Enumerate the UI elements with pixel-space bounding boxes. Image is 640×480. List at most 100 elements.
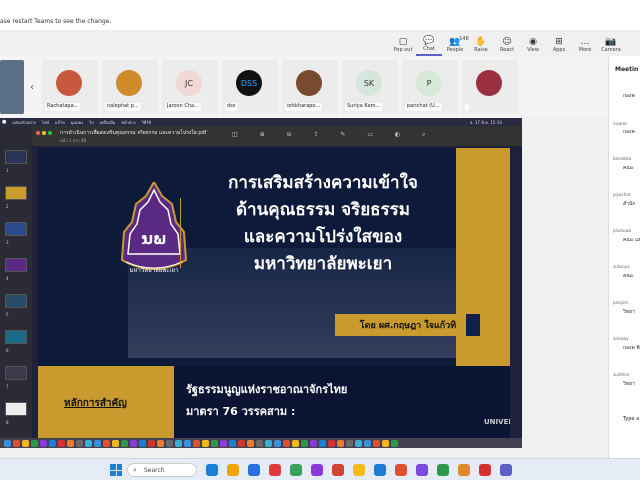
dock-app-icon[interactable] <box>247 439 254 447</box>
popout-button[interactable]: ▢ Pop out <box>390 34 416 56</box>
taskbar-app-icon[interactable] <box>290 464 302 476</box>
dock-app-icon[interactable] <box>346 439 353 447</box>
taskbar-app-icon[interactable] <box>437 464 449 476</box>
taskbar-app-icon[interactable] <box>269 464 281 476</box>
view-button[interactable]: ◉ View <box>520 34 546 56</box>
dock-app-icon[interactable] <box>22 439 29 447</box>
dock-app-icon[interactable] <box>391 439 398 447</box>
chevron-left-icon[interactable]: ‹ <box>30 82 34 93</box>
participant-tile[interactable]: Pparichat (U... <box>402 60 458 114</box>
taskbar-app-icon[interactable] <box>395 464 407 476</box>
dock-app-icon[interactable] <box>292 439 299 447</box>
camera-button[interactable]: 📷 Camera <box>598 34 624 56</box>
mac-menu-item[interactable]: หน้าต่าง <box>121 119 135 126</box>
dock-app-icon[interactable] <box>112 439 119 447</box>
dock-app-icon[interactable] <box>355 439 362 447</box>
mac-menu-item[interactable]: วิธีใช้ <box>142 119 151 126</box>
dock-app-icon[interactable] <box>139 439 146 447</box>
dock-app-icon[interactable] <box>256 439 263 447</box>
dock-app-icon[interactable] <box>337 439 344 447</box>
dock-app-icon[interactable] <box>274 439 281 447</box>
taskbar-app-icon[interactable] <box>374 464 386 476</box>
taskbar-app-icon[interactable] <box>311 464 323 476</box>
dock-app-icon[interactable] <box>175 439 182 447</box>
toolbar-label: Camera <box>601 47 621 53</box>
dock-app-icon[interactable] <box>103 439 110 447</box>
dock-app-icon[interactable] <box>166 439 173 447</box>
dock-app-icon[interactable] <box>193 439 200 447</box>
page-thumbnail[interactable] <box>5 330 27 344</box>
chat-button[interactable]: 💬 Chat <box>416 34 442 56</box>
taskbar-app-icon[interactable] <box>353 464 365 476</box>
dock-app-icon[interactable] <box>13 439 20 447</box>
apps-button[interactable]: ⊞ Apps <box>546 34 572 56</box>
participant-tile[interactable]: nalephat p... <box>102 60 158 114</box>
toolbar-label: React <box>499 47 515 53</box>
dock-app-icon[interactable] <box>49 439 56 447</box>
dock-app-icon[interactable] <box>382 439 389 447</box>
more-button[interactable]: … More <box>572 34 598 56</box>
dock-app-icon[interactable] <box>184 439 191 447</box>
dock-app-icon[interactable] <box>265 439 272 447</box>
page-thumbnail[interactable] <box>5 402 27 416</box>
dock-app-icon[interactable] <box>310 439 317 447</box>
dock-app-icon[interactable] <box>58 439 65 447</box>
mac-menu-item[interactable]: ไป <box>89 119 94 126</box>
participant-tile[interactable]: Rachatapa... <box>42 60 98 114</box>
page-thumbnail[interactable] <box>5 366 27 380</box>
dock-app-icon[interactable] <box>157 439 164 447</box>
taskbar-app-icon[interactable] <box>479 464 491 476</box>
participant-tile[interactable] <box>462 60 518 114</box>
dock-app-icon[interactable] <box>4 439 11 447</box>
dock-app-icon[interactable] <box>67 439 74 447</box>
dock-app-icon[interactable] <box>220 439 227 447</box>
dock-app-icon[interactable] <box>301 439 308 447</box>
chat-message: วิทยา <box>623 381 635 387</box>
dock-app-icon[interactable] <box>76 439 83 447</box>
dock-app-icon[interactable] <box>31 439 38 447</box>
dock-app-icon[interactable] <box>229 439 236 447</box>
taskbar-app-icon[interactable] <box>227 464 239 476</box>
taskbar-app-icon[interactable] <box>458 464 470 476</box>
dock-app-icon[interactable] <box>148 439 155 447</box>
dock-app-icon[interactable] <box>85 439 92 447</box>
page-thumbnail[interactable] <box>5 294 27 308</box>
dock-app-icon[interactable] <box>130 439 137 447</box>
self-video-tile[interactable] <box>0 60 24 114</box>
page-thumbnail[interactable] <box>5 222 27 236</box>
participant-tile[interactable]: orkkharapo... <box>282 60 338 114</box>
dock-app-icon[interactable] <box>94 439 101 447</box>
taskbar-app-icon[interactable] <box>206 464 218 476</box>
taskbar-app-icon[interactable] <box>248 464 260 476</box>
react-button[interactable]: ☺ React <box>494 34 520 56</box>
mac-menu-item[interactable]: ไฟล์ <box>42 119 49 126</box>
mac-menu-item[interactable]: แสดงตัวอย่าง <box>12 119 35 126</box>
taskbar-app-icon[interactable] <box>332 464 344 476</box>
dock-app-icon[interactable] <box>319 439 326 447</box>
dock-app-icon[interactable] <box>283 439 290 447</box>
raise-button[interactable]: ✋ Raise <box>468 34 494 56</box>
people-button[interactable]: 👥 People 146 <box>442 34 469 56</box>
dock-app-icon[interactable] <box>40 439 47 447</box>
mac-menu-item[interactable]: เครื่องมือ <box>100 119 116 126</box>
windows-start-icon[interactable] <box>110 464 122 476</box>
page-thumbnail[interactable] <box>5 186 27 200</box>
taskbar-app-icon[interactable] <box>416 464 428 476</box>
dock-app-icon[interactable] <box>328 439 335 447</box>
mac-menu-item[interactable]: แก้ไข <box>55 119 65 126</box>
dock-app-icon[interactable] <box>364 439 371 447</box>
participant-tile[interactable]: SK Suriya Kam... <box>342 60 398 114</box>
dock-app-icon[interactable] <box>211 439 218 447</box>
dock-app-icon[interactable] <box>238 439 245 447</box>
participant-tile[interactable]: DSS dss <box>222 60 278 114</box>
page-thumbnail[interactable] <box>5 150 27 164</box>
pdf-tool-icons[interactable]: ◫ ⊕ ⊖ ⇪ ✎ ▭ ◐ ⌕ <box>232 131 435 139</box>
taskbar-search[interactable]: ⌕ Search <box>127 463 197 477</box>
page-thumbnail[interactable] <box>5 258 27 272</box>
participant-tile[interactable]: JC Jaroon Cha... <box>162 60 218 114</box>
taskbar-app-icon[interactable] <box>500 464 512 476</box>
dock-app-icon[interactable] <box>202 439 209 447</box>
dock-app-icon[interactable] <box>121 439 128 447</box>
mac-menu-item[interactable]: มุมมอง <box>71 119 83 126</box>
dock-app-icon[interactable] <box>373 439 380 447</box>
